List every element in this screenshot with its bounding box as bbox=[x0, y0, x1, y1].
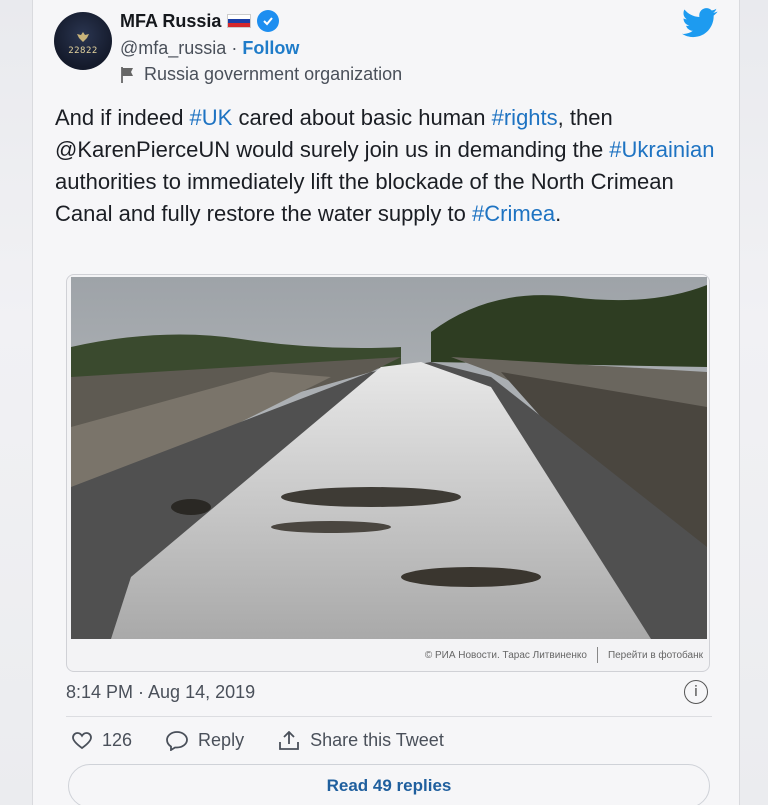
reply-button[interactable]: Reply bbox=[166, 730, 244, 751]
author-handle[interactable]: @mfa_russia bbox=[120, 38, 226, 58]
heart-icon bbox=[72, 731, 92, 749]
handle-row: @mfa_russia · Follow bbox=[120, 38, 299, 59]
hashtag-link[interactable]: #Ukrainian bbox=[609, 137, 714, 162]
like-button[interactable]: 126 bbox=[72, 730, 132, 751]
like-count: 126 bbox=[102, 730, 133, 750]
divider bbox=[66, 716, 712, 717]
caption-divider bbox=[596, 647, 598, 663]
speech-bubble-icon bbox=[166, 730, 188, 751]
coat-of-arms-icon bbox=[77, 31, 89, 42]
verified-badge-icon bbox=[257, 10, 280, 32]
tweet-text-segment: authorities to immediately lift the bloc… bbox=[55, 169, 674, 226]
twitter-bird-icon[interactable] bbox=[682, 8, 718, 38]
photo-credit: © РИА Новости. Тарас Литвиненко bbox=[424, 649, 587, 661]
action-bar: 126 Reply Share this Tweet bbox=[72, 730, 478, 751]
info-icon[interactable]: i bbox=[684, 680, 708, 704]
separator-dot: · bbox=[231, 38, 238, 58]
share-icon bbox=[279, 730, 299, 750]
russia-flag-icon bbox=[227, 14, 252, 28]
avatar[interactable]: 22822 bbox=[54, 12, 112, 70]
flag-marker-icon bbox=[121, 66, 133, 83]
tweet-text-segment: cared about basic human bbox=[232, 105, 492, 130]
avatar-number: 22822 bbox=[68, 45, 98, 56]
hashtag-link[interactable]: #rights bbox=[492, 105, 558, 130]
tweet-text-segment: . bbox=[555, 201, 562, 226]
read-replies-button[interactable]: Read 49 replies bbox=[68, 764, 710, 805]
author-name-row[interactable]: MFA Russia bbox=[120, 10, 280, 32]
tweet-text: And if indeed #UK cared about basic huma… bbox=[55, 102, 725, 230]
tweet-timestamp[interactable]: 8:14 PM · Aug 14, 2019 bbox=[66, 682, 255, 703]
tweet-text-segment: And if indeed bbox=[55, 105, 190, 130]
hashtag-link[interactable]: #Crimea bbox=[472, 201, 555, 226]
share-button[interactable]: Share this Tweet bbox=[278, 730, 444, 751]
hashtag-link[interactable]: #UK bbox=[190, 105, 233, 130]
share-label: Share this Tweet bbox=[310, 730, 444, 750]
author-name[interactable]: MFA Russia bbox=[120, 11, 221, 32]
canal-photo[interactable] bbox=[71, 277, 707, 639]
follow-button[interactable]: Follow bbox=[242, 38, 299, 58]
reply-label: Reply bbox=[198, 730, 245, 750]
org-label-row: Russia government organization bbox=[120, 64, 402, 85]
org-label: Russia government organization bbox=[144, 64, 403, 84]
tweet-media[interactable]: © РИА Новости. Тарас Литвиненко Перейти … bbox=[66, 274, 710, 672]
photobank-link[interactable]: Перейти в фотобанк bbox=[608, 650, 703, 661]
photo-caption: © РИА Новости. Тарас Литвиненко Перейти … bbox=[425, 647, 703, 663]
